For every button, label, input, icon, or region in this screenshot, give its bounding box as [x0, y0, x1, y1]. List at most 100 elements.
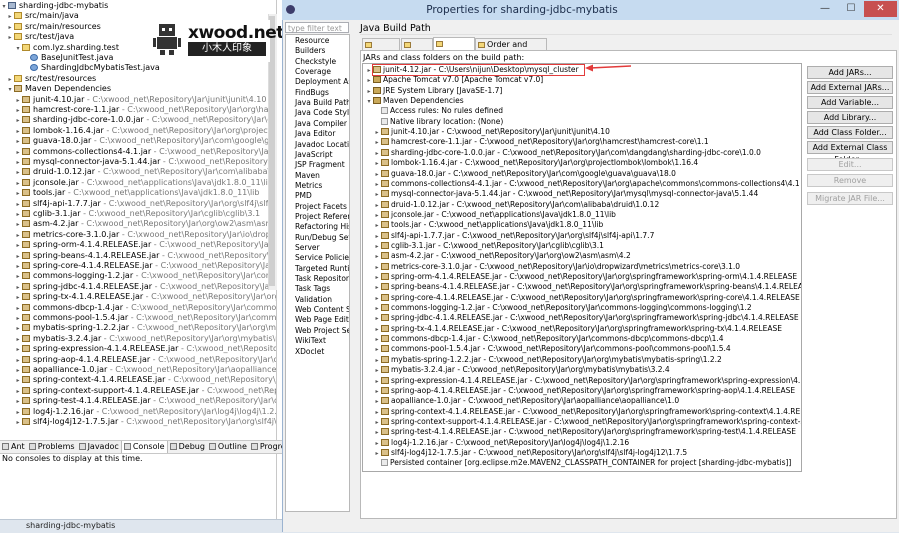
build-path-entry[interactable]: ▸ commons-collections4-4.1.jar - C:\xwood… [373, 179, 799, 189]
bottom-tab-problems[interactable]: Problems [27, 441, 77, 453]
expand-toggle-icon[interactable]: ▸ [14, 168, 22, 177]
expand-toggle-icon[interactable]: ▾ [0, 2, 8, 11]
nav-item-findbugs[interactable]: FindBugs [295, 88, 329, 98]
tree-item[interactable]: ▸ asm-4.2.jar - C:\xwood_net\Repository\J… [0, 219, 276, 229]
tree-item[interactable]: ▸ junit-4.10.jar - C:\xwood_net\Repositor… [0, 95, 266, 105]
tree-item[interactable]: ▸ log4j-1.2.16.jar - C:\xwood_net\Reposit… [0, 407, 276, 417]
tree-item[interactable]: ▸ src/main/java [0, 11, 78, 21]
nav-item-validation[interactable]: Validation [295, 295, 332, 305]
minimize-button[interactable]: — [812, 1, 838, 17]
tree-item[interactable]: ▸ mybatis-3.2.4.jar - C:\xwood_net\Reposi… [0, 334, 276, 344]
expand-toggle-icon[interactable]: ▸ [6, 23, 14, 32]
add-class-folder-button[interactable]: Add Class Folder... [807, 126, 893, 139]
nav-item-run-debug-setti[interactable]: Run/Debug Setti [295, 233, 349, 243]
tab-libraries[interactable]: Libraries [433, 37, 475, 60]
expand-toggle-icon[interactable]: ▸ [14, 262, 22, 271]
close-button[interactable]: ✕ [864, 1, 897, 17]
tab-source[interactable]: Source [362, 38, 400, 61]
build-path-entry[interactable]: ▸ commons-pool-1.5.4.jar - C:\xwood_net\R… [373, 344, 730, 354]
expand-toggle-icon[interactable]: ▸ [6, 12, 14, 21]
tree-item[interactable]: ▸ spring-test-4.1.4.RELEASE.jar - C:\xwoo… [0, 396, 276, 406]
expand-toggle-icon[interactable]: ▸ [6, 75, 14, 84]
nav-item-checkstyle[interactable]: Checkstyle [295, 57, 336, 67]
bottom-tab-debug[interactable]: Debug [168, 441, 207, 453]
build-path-entry[interactable]: Native library location: (None) [373, 117, 503, 127]
build-path-entry[interactable]: ▸ spring-core-4.1.4.RELEASE.jar - C:\xwoo… [373, 293, 799, 303]
tree-item[interactable]: ▸ sharding-jdbc-core-1.0.0.jar - C:\xwood… [0, 115, 276, 125]
expand-toggle-icon[interactable]: ▸ [14, 158, 22, 167]
nav-item-task-tags[interactable]: Task Tags [295, 284, 330, 294]
tree-item[interactable]: ▸ spring-jdbc-4.1.4.RELEASE.jar - C:\xwoo… [0, 282, 276, 292]
add-external-jars-button[interactable]: Add External JARs... [807, 81, 893, 94]
tree-item[interactable]: ▸ commons-dbcp-1.4.jar - C:\xwood_net\Rep… [0, 303, 276, 313]
tree-item[interactable]: ▸ lombok-1.16.4.jar - C:\xwood_net\Reposi… [0, 126, 276, 136]
nav-item-metrics[interactable]: Metrics [295, 181, 322, 191]
bottom-tab-outline[interactable]: Outline [207, 441, 249, 453]
nav-item-pmd[interactable]: PMD [295, 191, 312, 201]
expand-toggle-icon[interactable]: ▸ [14, 96, 22, 105]
nav-item-xdoclet[interactable]: XDoclet [295, 347, 324, 357]
expand-toggle-icon[interactable]: ▸ [14, 148, 22, 157]
expand-toggle-icon[interactable]: ▸ [14, 304, 22, 313]
nav-item-server[interactable]: Server [295, 243, 320, 253]
nav-item-service-policies[interactable]: Service Policies [295, 253, 349, 263]
nav-item-wikitext[interactable]: WikiText [295, 336, 326, 346]
build-path-entry[interactable]: ▸ mysql-connector-java-5.1.44.jar - C:\xw… [373, 189, 758, 199]
expand-toggle-icon[interactable]: ▸ [14, 116, 22, 125]
expand-toggle-icon[interactable]: ▸ [14, 335, 22, 344]
expand-toggle-icon[interactable]: ▸ [14, 314, 22, 323]
build-path-tree[interactable]: ▸ junit-4.12.jar - C:\Users\nijun\Desktop… [362, 63, 802, 472]
tree-item[interactable]: BaseJunitTest.java [0, 53, 113, 63]
expand-toggle-icon[interactable]: ▸ [14, 241, 22, 250]
expand-toggle-icon[interactable]: ▸ [14, 293, 22, 302]
build-path-entry[interactable]: ▸ hamcrest-core-1.1.jar - C:\xwood_net\Re… [373, 137, 708, 147]
tree-item[interactable]: ▸ spring-beans-4.1.4.RELEASE.jar - C:\xwo… [0, 251, 276, 261]
nav-item-project-referenc[interactable]: Project Referenc [295, 212, 349, 222]
tree-item[interactable]: ▸ spring-orm-4.1.4.RELEASE.jar - C:\xwood… [0, 240, 276, 250]
build-path-entry[interactable]: ▸ commons-dbcp-1.4.jar - C:\xwood_net\Rep… [373, 334, 723, 344]
bottom-tab-ant[interactable]: Ant [0, 441, 27, 453]
expand-toggle-icon[interactable]: ▸ [14, 283, 22, 292]
build-path-entry[interactable]: ▸ spring-orm-4.1.4.RELEASE.jar - C:\xwood… [373, 272, 797, 282]
tree-item[interactable]: ▸ spring-tx-4.1.4.RELEASE.jar - C:\xwood_… [0, 292, 276, 302]
build-path-entry[interactable]: ▸ spring-jdbc-4.1.4.RELEASE.jar - C:\xwoo… [373, 313, 798, 323]
tree-item[interactable]: ▾ com.lyz.sharding.test [0, 43, 119, 53]
bottom-tab-console[interactable]: Console [120, 441, 168, 453]
nav-item-java-code-style[interactable]: Java Code Style [295, 108, 349, 118]
build-path-entry[interactable]: ▸ spring-expression-4.1.4.RELEASE.jar - C… [373, 376, 801, 386]
build-path-entry[interactable]: ▸ spring-aop-4.1.4.RELEASE.jar - C:\xwood… [373, 386, 795, 396]
expand-toggle-icon[interactable]: ▸ [14, 376, 22, 385]
expand-toggle-icon[interactable]: ▸ [14, 106, 22, 115]
add-external-class-folder-button[interactable]: Add External Class Folder... [807, 141, 893, 164]
expand-toggle-icon[interactable]: ▸ [6, 33, 14, 42]
tree-item[interactable]: ▸ spring-context-support-4.1.4.RELEASE.ja… [0, 386, 276, 396]
add-library-button[interactable]: Add Library... [807, 111, 893, 124]
nav-item-java-editor[interactable]: Java Editor [295, 129, 335, 139]
nav-item-coverage[interactable]: Coverage [295, 67, 331, 77]
expand-toggle-icon[interactable]: ▸ [14, 127, 22, 136]
tab-projects[interactable]: Projects [401, 38, 436, 61]
build-path-entry[interactable]: ▸ jconsole.jar - C:\xwood_net\application… [373, 210, 615, 220]
tree-item[interactable]: ▸ guava-18.0.jar - C:\xwood_net\Repositor… [0, 136, 276, 146]
nav-item-web-page-editor[interactable]: Web Page Editor [295, 315, 349, 325]
bottom-tab-progress[interactable]: Progress [249, 441, 282, 453]
tree-item[interactable]: ▸ slf4j-api-1.7.7.jar - C:\xwood_net\Repo… [0, 199, 276, 209]
add-variable-button[interactable]: Add Variable... [807, 96, 893, 109]
build-path-entry[interactable]: ▸ mybatis-spring-1.2.2.jar - C:\xwood_net… [373, 355, 721, 365]
tree-item[interactable]: ▸ spring-aop-4.1.4.RELEASE.jar - C:\xwood… [0, 355, 276, 365]
tree-item[interactable]: ▸ slf4j-log4j12-1.7.5.jar - C:\xwood_net\… [0, 417, 276, 427]
build-path-entry[interactable]: ▸ JRE System Library [JavaSE-1.7] [365, 86, 502, 96]
build-path-entry[interactable]: ▸ spring-test-4.1.4.RELEASE.jar - C:\xwoo… [373, 427, 796, 437]
nav-item-deployment-ass[interactable]: Deployment Ass [295, 77, 349, 87]
expand-toggle-icon[interactable]: ▾ [14, 44, 22, 53]
bottom-tab-javadoc[interactable]: Javadoc [77, 441, 121, 453]
build-path-entry[interactable]: ▸ Apache Tomcat v7.0 [Apache Tomcat v7.0] [365, 75, 543, 85]
expand-toggle-icon[interactable]: ▸ [14, 366, 22, 375]
build-path-entry[interactable]: ▸ tools.jar - C:\xwood_net\applications\J… [373, 220, 603, 230]
nav-item-resource[interactable]: Resource [295, 36, 329, 46]
filter-input[interactable]: type filter text [285, 22, 349, 33]
tree-item[interactable]: ▸ spring-core-4.1.4.RELEASE.jar - C:\xwoo… [0, 261, 276, 271]
expand-toggle-icon[interactable]: ▸ [14, 324, 22, 333]
tree-item[interactable]: ▸ hamcrest-core-1.1.jar - C:\xwood_net\Re… [0, 105, 276, 115]
build-path-entry[interactable]: ▸ spring-beans-4.1.4.RELEASE.jar - C:\xwo… [373, 282, 801, 292]
